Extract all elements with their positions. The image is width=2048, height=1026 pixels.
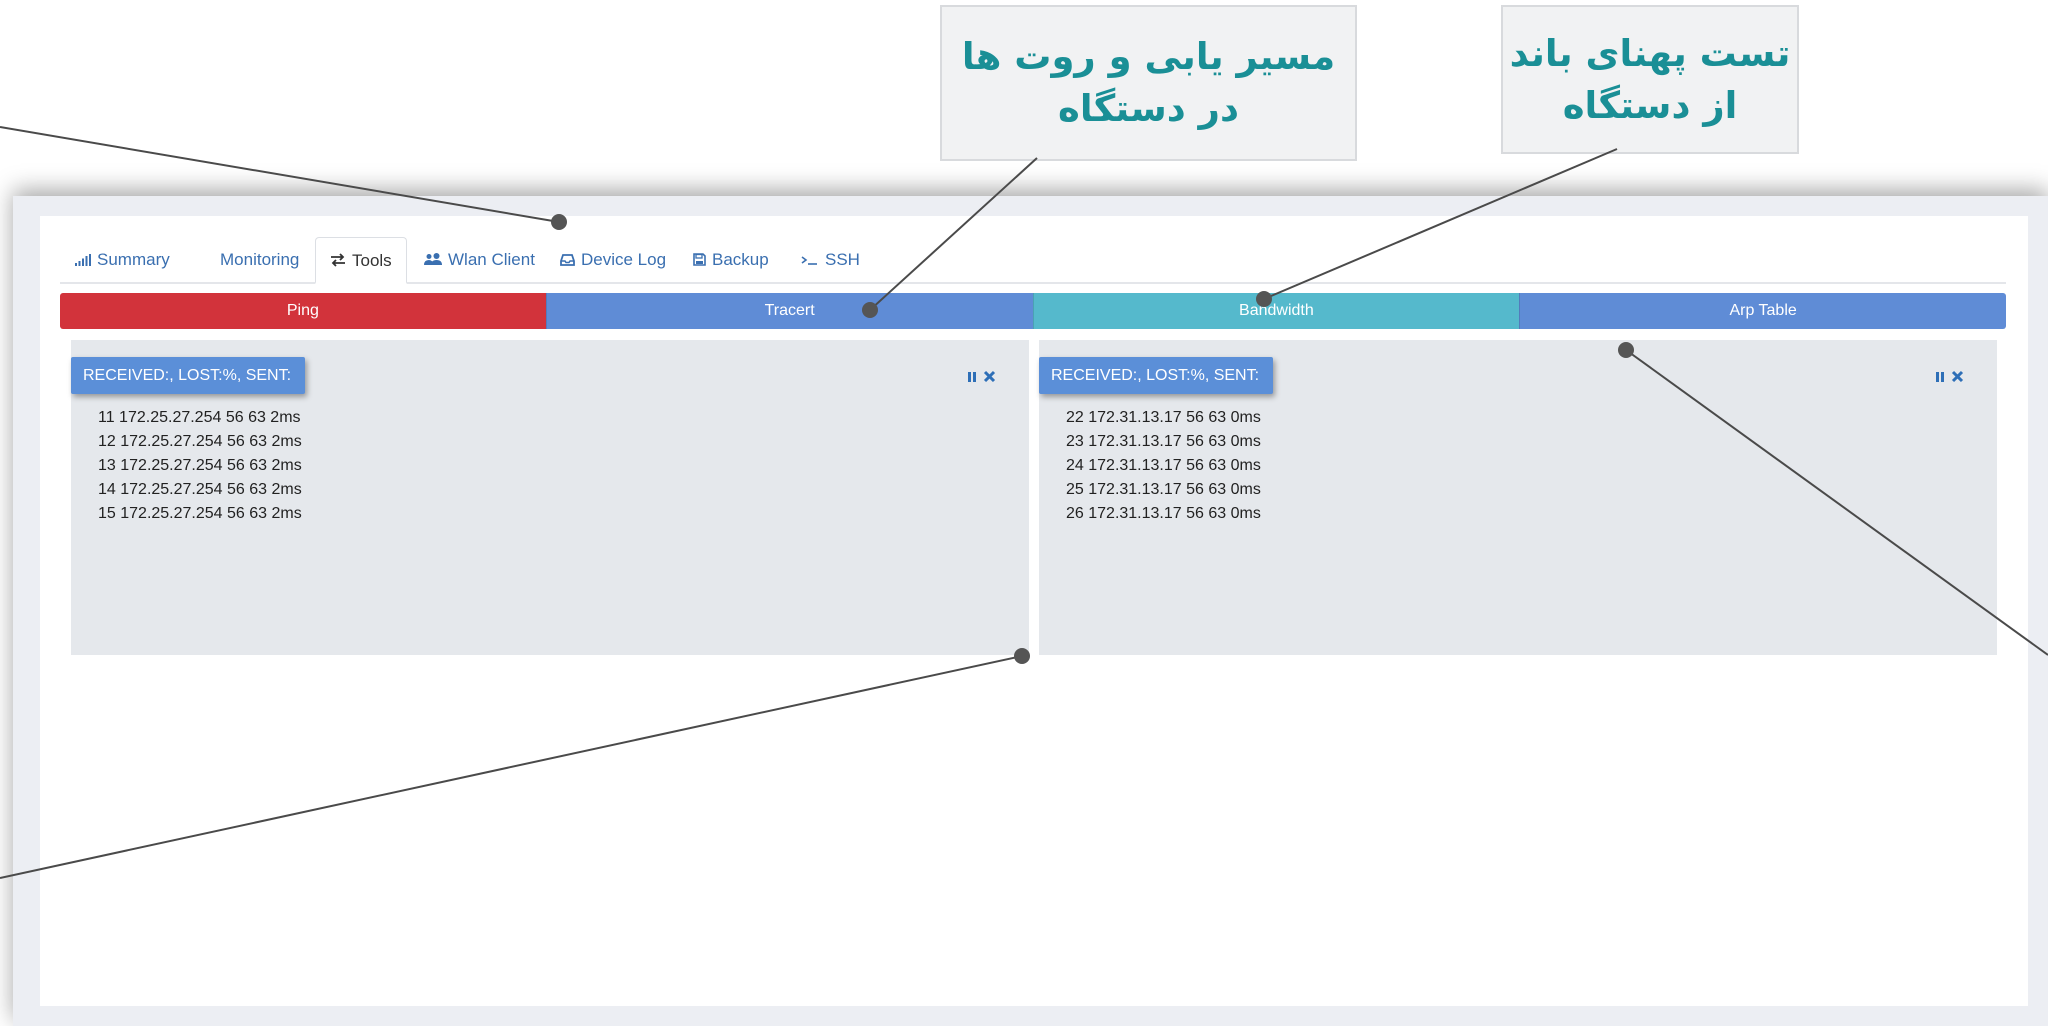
tab-device-log[interactable]: Device Log	[560, 237, 666, 282]
bandwidth-callout: تست پهنای باند از دستگاه	[1501, 5, 1799, 154]
bandwidth-button[interactable]: Bandwidth	[1032, 293, 1520, 329]
output-line: 24 172.31.13.17 56 63 0ms	[1066, 457, 1261, 474]
output-line: 26 172.31.13.17 56 63 0ms	[1066, 505, 1261, 522]
output-line: 15 172.25.27.254 56 63 2ms	[98, 505, 302, 522]
tracert-output-lines: 22 172.31.13.17 56 63 0ms 23 172.31.13.1…	[1066, 406, 1261, 526]
tab-wlan-client-label: Wlan Client	[448, 250, 535, 269]
tab-monitoring-label: Monitoring	[220, 250, 300, 269]
users-icon	[424, 253, 442, 266]
tab-bar: Summary Monitoring Tools Wlan Client Dev…	[60, 237, 2006, 284]
panel-controls	[967, 370, 996, 388]
tracert-button[interactable]: Tracert	[545, 293, 1033, 329]
tab-summary-label: Summary	[97, 250, 170, 269]
signal-bars-icon	[75, 253, 91, 266]
pause-icon[interactable]	[967, 370, 977, 388]
tab-ssh[interactable]: SSH	[801, 237, 860, 282]
ping-output-lines: 11 172.25.27.254 56 63 2ms 12 172.25.27.…	[98, 406, 302, 526]
tab-ssh-label: SSH	[825, 250, 860, 269]
output-line: 13 172.25.27.254 56 63 2ms	[98, 457, 302, 474]
ping-stats-badge: RECEIVED:, LOST:%, SENT:	[71, 357, 306, 394]
output-line: 14 172.25.27.254 56 63 2ms	[98, 481, 302, 498]
ping-output-panel: RECEIVED:, LOST:%, SENT: 11 172.25.27.25…	[71, 340, 1029, 655]
close-icon[interactable]	[1951, 370, 1964, 388]
tab-backup-label: Backup	[712, 250, 769, 269]
tracert-callout-line-2: در دستگاه	[1058, 87, 1239, 130]
tracert-stats-badge: RECEIVED:, LOST:%, SENT:	[1039, 357, 1274, 394]
tracert-callout-line-1: مسیر یابی و روت ها	[961, 35, 1336, 78]
exchange-arrows-icon	[330, 253, 346, 267]
tool-buttons: Ping Tracert Bandwidth Arp Table	[60, 293, 2006, 329]
close-icon[interactable]	[983, 370, 996, 388]
arp-table-button[interactable]: Arp Table	[1519, 293, 2006, 329]
floppy-disk-icon	[693, 253, 706, 266]
bandwidth-callout-line-2: از دستگاه	[1562, 83, 1738, 127]
panel-controls	[1935, 370, 1964, 388]
tab-tools[interactable]: Tools	[315, 237, 407, 284]
output-line: 22 172.31.13.17 56 63 0ms	[1066, 409, 1261, 426]
output-line: 25 172.31.13.17 56 63 0ms	[1066, 481, 1261, 498]
output-line: 23 172.31.13.17 56 63 0ms	[1066, 433, 1261, 450]
tab-summary[interactable]: Summary	[75, 237, 170, 282]
ping-button[interactable]: Ping	[60, 293, 546, 329]
tab-tools-label: Tools	[352, 250, 392, 270]
tab-backup[interactable]: Backup	[693, 237, 769, 282]
tab-wlan-client[interactable]: Wlan Client	[424, 237, 535, 282]
pause-icon[interactable]	[1935, 370, 1945, 388]
output-line: 12 172.25.27.254 56 63 2ms	[98, 433, 302, 450]
output-line: 11 172.25.27.254 56 63 2ms	[98, 409, 301, 426]
tracert-callout: مسیر یابی و روت ها در دستگاه	[940, 5, 1357, 161]
terminal-icon	[801, 254, 819, 266]
tracert-output-panel: RECEIVED:, LOST:%, SENT: 22 172.31.13.17…	[1039, 340, 1997, 655]
tab-device-log-label: Device Log	[581, 250, 667, 269]
tab-monitoring[interactable]: Monitoring	[220, 237, 299, 282]
inbox-icon	[560, 253, 575, 266]
bandwidth-callout-line-1: تست پهنای باند	[1509, 31, 1791, 75]
